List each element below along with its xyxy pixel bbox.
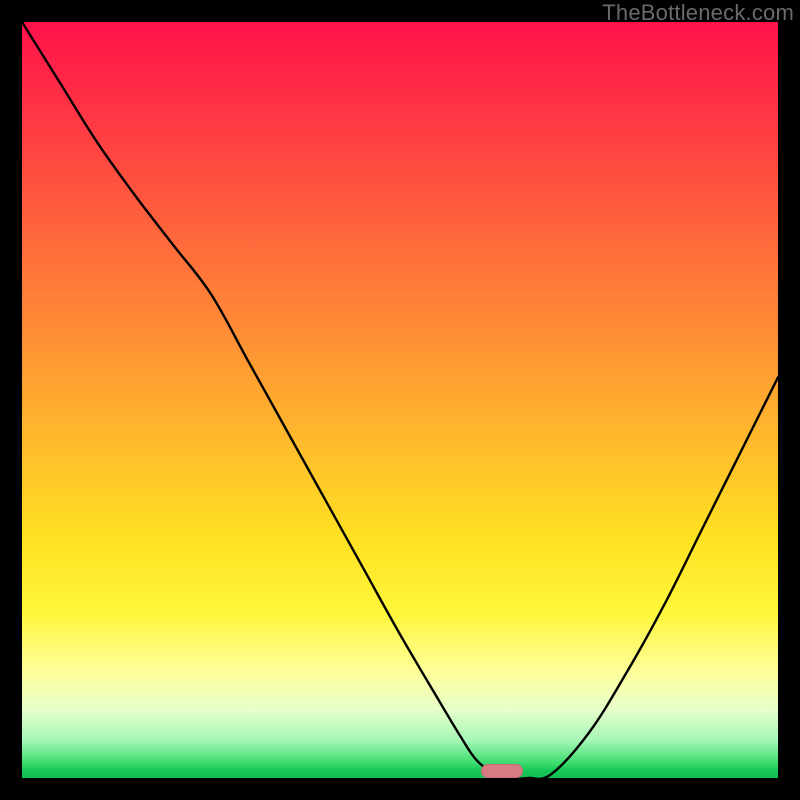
bottleneck-curve: [22, 22, 778, 778]
watermark-text: TheBottleneck.com: [602, 0, 794, 26]
chart-frame: TheBottleneck.com: [0, 0, 800, 800]
optimal-marker: [481, 764, 523, 778]
